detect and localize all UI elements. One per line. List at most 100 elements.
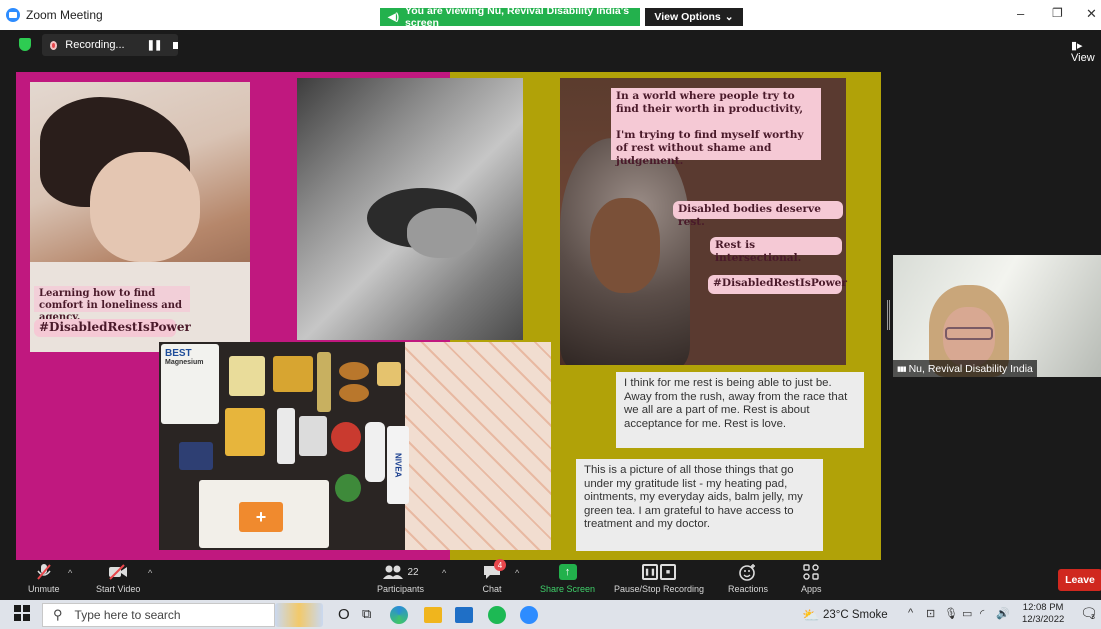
pill-box: [179, 442, 213, 470]
weather-text[interactable]: 23°C Smoke: [823, 609, 888, 621]
close-button[interactable]: ✕: [1086, 6, 1097, 22]
product-label-nivea: NIVEA: [393, 452, 403, 478]
tube-1: [317, 352, 331, 412]
tea-box-3: [225, 408, 265, 456]
apps-button[interactable]: Apps: [801, 562, 822, 594]
quote-disabled-bodies: Disabled bodies deserve rest.: [673, 201, 843, 228]
magnesium-bottle: BEST Magnesium: [161, 344, 219, 424]
share-screen-button[interactable]: ↑ Share Screen: [540, 562, 595, 594]
show-hidden-icons-caret[interactable]: ^: [908, 607, 913, 619]
reactions-label: Reactions: [728, 584, 769, 594]
cortana-icon[interactable]: O: [338, 606, 350, 623]
unmute-button[interactable]: Unmute: [28, 562, 60, 594]
start-video-button[interactable]: Start Video: [96, 562, 140, 594]
nivea-tube: NIVEA: [387, 426, 409, 504]
participant-count: 22: [407, 566, 419, 578]
participant-video-tile[interactable]: ▮▮▮ Nu, Revival Disability India: [893, 255, 1101, 377]
text-card-gratitude-list: This is a picture of all those things th…: [576, 459, 823, 551]
screen-share-banner-text: You are viewing Nu, Revival Disability I…: [405, 5, 630, 29]
clock-date: 12/3/2022: [1022, 614, 1065, 625]
reactions-button[interactable]: Reactions: [728, 562, 768, 594]
search-highlight-icon[interactable]: [275, 603, 323, 627]
participants-button[interactable]: 22 Participants: [377, 562, 424, 594]
chat-options-caret[interactable]: ^: [515, 568, 519, 578]
edge-browser-icon[interactable]: [390, 606, 408, 624]
photo-gratitude-items: BEST Magnesium NIVEA +: [159, 342, 551, 550]
view-options-label: View Options: [654, 11, 721, 23]
product-label-best: BEST: [165, 348, 192, 359]
quote-learning-comfort: Learning how to find comfort in loneline…: [34, 286, 190, 323]
encryption-shield-icon[interactable]: [19, 38, 31, 51]
photo-black-white-resting: [297, 78, 523, 340]
system-clock[interactable]: 12:08 PM 12/3/2022: [1022, 602, 1064, 626]
screen-share-banner: ◀) You are viewing Nu, Revival Disabilit…: [380, 5, 640, 29]
balm-jar-2: [339, 384, 369, 402]
minimize-button[interactable]: –: [1017, 6, 1024, 21]
pause-icon: ❚❚: [642, 564, 659, 580]
stop-icon: ■: [660, 564, 677, 580]
face-shape-bw: [407, 208, 477, 258]
windows-start-icon[interactable]: [14, 605, 30, 625]
participants-label: Participants: [377, 584, 425, 594]
chat-label: Chat: [482, 584, 502, 594]
view-layout-icon: ▮▸: [1071, 40, 1083, 52]
smiley-plus-icon: [739, 562, 757, 582]
microphone-muted-icon: [36, 562, 52, 582]
task-view-icon[interactable]: ⧉: [362, 606, 371, 622]
search-icon: ⚲: [53, 607, 63, 622]
view-options-button[interactable]: View Options ⌄: [645, 8, 743, 26]
file-explorer-icon[interactable]: [424, 607, 442, 623]
video-options-caret[interactable]: ^: [148, 568, 152, 578]
text-card-rest-meaning: I think for me rest is being able to jus…: [616, 372, 864, 448]
participants-icon: 22: [382, 562, 419, 582]
signal-strength-icon: ▮▮▮: [897, 365, 907, 373]
pause-stop-recording-button[interactable]: ❚❚ ■ Pause/Stop Recording: [614, 562, 704, 594]
jar-3: [377, 362, 401, 386]
zoom-taskbar-icon[interactable]: [520, 606, 538, 624]
view-button-label: View: [1071, 52, 1095, 64]
split-divider-handle[interactable]: [887, 300, 890, 330]
view-button[interactable]: ▮▸ View: [1071, 39, 1101, 64]
chevron-down-icon: ⌄: [724, 11, 734, 23]
pause-stop-icons: ❚❚ ■: [642, 562, 677, 582]
shared-screen: BEST Magnesium NIVEA + In a world where …: [16, 72, 881, 560]
quote-left-hashtag: #DisabledRestIsPower: [34, 319, 191, 337]
apps-label: Apps: [801, 584, 822, 594]
first-aid-icon: +: [239, 502, 283, 532]
heating-pad-shape: [405, 342, 551, 550]
quote-rest-intersectional: Rest is intersectional.: [710, 237, 842, 264]
notification-count: 3: [1091, 614, 1095, 621]
meet-now-icon[interactable]: ⊡: [926, 607, 935, 620]
tea-box-1: [229, 356, 265, 396]
notifications-icon[interactable]: 🗨: [1080, 605, 1098, 622]
clock-time: 12:08 PM: [1022, 602, 1064, 613]
recording-dot-icon: [50, 40, 58, 50]
zoom-logo-icon: [6, 8, 20, 22]
apps-grid-icon: [803, 562, 819, 582]
pause-recording-icon[interactable]: ❚❚: [147, 40, 163, 51]
participant-name: Nu, Revival Disability India: [908, 362, 1033, 375]
restore-button[interactable]: ❐: [1052, 6, 1063, 20]
stop-recording-icon[interactable]: [173, 41, 178, 49]
unmute-label: Unmute: [28, 584, 60, 594]
video-off-icon: [108, 562, 128, 582]
face-shape: [90, 152, 200, 262]
taskbar-search-box[interactable]: ⚲ Type here to search: [42, 603, 275, 627]
leave-button[interactable]: Leave: [1058, 569, 1101, 591]
battery-icon[interactable]: ▭: [962, 607, 972, 620]
spotify-icon[interactable]: [488, 606, 506, 624]
weather-icon[interactable]: ⛅: [802, 607, 819, 624]
start-video-label: Start Video: [96, 584, 141, 594]
participants-options-caret[interactable]: ^: [442, 568, 446, 578]
share-screen-label: Share Screen: [540, 584, 596, 594]
zoom-window: Zoom Meeting ◀) You are viewing Nu, Revi…: [0, 0, 1101, 629]
recording-label: Recording...: [65, 39, 125, 51]
microphone-tray-icon[interactable]: 🎙: [944, 607, 958, 620]
blister-pack-2: [299, 416, 327, 456]
audio-options-caret[interactable]: ^: [68, 568, 72, 578]
wifi-icon[interactable]: ◜: [980, 607, 984, 620]
volume-icon[interactable]: 🔊: [996, 607, 1010, 620]
mail-icon[interactable]: [455, 607, 473, 623]
quote-right-hashtag: #DisabledRestIsPower: [708, 275, 847, 294]
chat-unread-badge: 4: [494, 559, 506, 571]
